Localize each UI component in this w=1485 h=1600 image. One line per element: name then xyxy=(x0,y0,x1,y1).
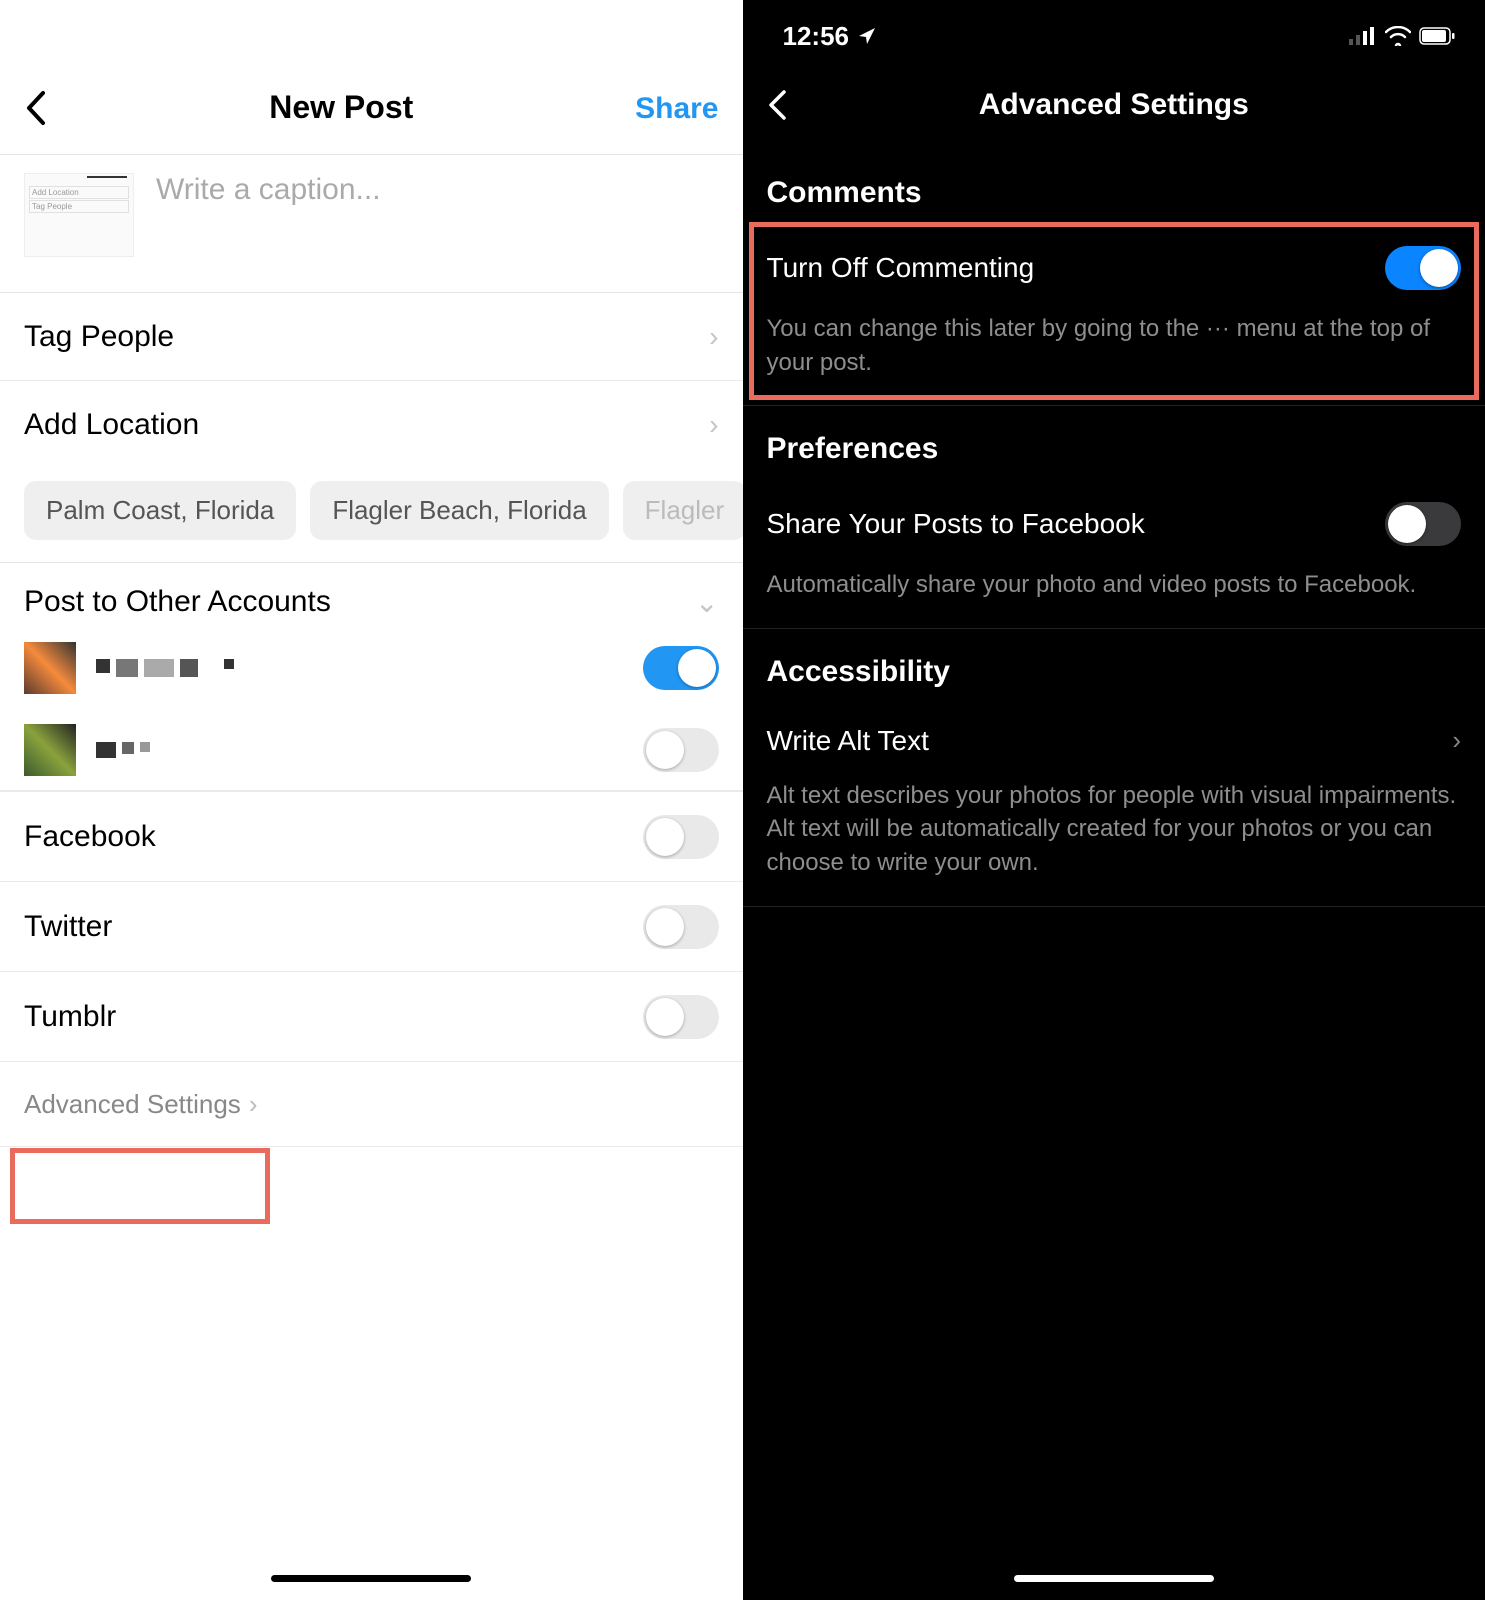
account-toggle[interactable] xyxy=(643,646,719,690)
page-title: New Post xyxy=(64,89,619,126)
caption-row: Add Location Tag People Write a caption.… xyxy=(0,155,743,293)
section-accessibility: Accessibility xyxy=(743,629,1485,707)
write-alt-text-row[interactable]: Write Alt Text › xyxy=(743,707,1485,767)
header: Advanced Settings xyxy=(743,60,1485,150)
share-twitter-row: Twitter xyxy=(0,881,743,971)
thumb-line: Add Location xyxy=(29,186,129,199)
add-location-row[interactable]: Add Location › xyxy=(0,381,743,469)
share-toggle[interactable] xyxy=(643,815,719,859)
advanced-settings-row[interactable]: Advanced Settings › xyxy=(0,1061,743,1147)
location-chip[interactable]: Flagler xyxy=(623,481,743,540)
location-icon xyxy=(857,26,877,46)
share-toggle[interactable] xyxy=(643,905,719,949)
share-facebook-row: Facebook xyxy=(0,791,743,881)
share-target-label: Twitter xyxy=(24,910,112,944)
share-toggle[interactable] xyxy=(643,995,719,1039)
header: New Post Share xyxy=(0,0,743,155)
share-facebook-toggle[interactable] xyxy=(1385,502,1461,546)
account-toggle[interactable] xyxy=(643,728,719,772)
location-suggestions: Palm Coast, Florida Flagler Beach, Flori… xyxy=(0,469,743,563)
turn-off-commenting-row: Turn Off Commenting xyxy=(743,228,1485,300)
chevron-right-icon: › xyxy=(249,1089,258,1120)
post-other-accounts-header[interactable]: Post to Other Accounts ⌄ xyxy=(0,563,743,627)
toggle-label: Turn Off Commenting xyxy=(767,252,1035,284)
commenting-desc: You can change this later by going to th… xyxy=(743,300,1485,406)
account-name-redacted xyxy=(96,742,643,758)
back-button[interactable] xyxy=(767,89,807,121)
share-facebook-row: Share Your Posts to Facebook xyxy=(743,484,1485,556)
account-row xyxy=(0,709,743,791)
home-indicator xyxy=(271,1575,471,1582)
home-indicator xyxy=(1014,1575,1214,1582)
item-label: Write Alt Text xyxy=(767,725,929,757)
section-comments: Comments xyxy=(743,150,1485,228)
advanced-settings-label: Advanced Settings xyxy=(24,1089,241,1120)
battery-icon xyxy=(1419,27,1455,45)
share-button[interactable]: Share xyxy=(619,92,719,126)
status-time: 12:56 xyxy=(783,21,850,52)
advanced-settings-screen: 12:56 Advanced Settings Comments Turn Of… xyxy=(743,0,1485,1600)
new-post-screen: New Post Share Add Location Tag People W… xyxy=(0,0,743,1600)
commenting-toggle[interactable] xyxy=(1385,246,1461,290)
location-chip[interactable]: Palm Coast, Florida xyxy=(24,481,296,540)
status-icons xyxy=(1349,26,1455,46)
thumb-line: Tag People xyxy=(29,200,129,213)
share-tumblr-row: Tumblr xyxy=(0,971,743,1061)
annotation-highlight xyxy=(10,1148,270,1224)
status-bar: 12:56 xyxy=(743,0,1485,60)
account-row xyxy=(0,627,743,709)
post-thumbnail[interactable]: Add Location Tag People xyxy=(24,173,134,257)
toggle-label: Share Your Posts to Facebook xyxy=(767,508,1145,540)
cellular-icon xyxy=(1349,27,1377,45)
share-facebook-desc: Automatically share your photo and video… xyxy=(743,556,1485,629)
add-location-label: Add Location xyxy=(24,408,199,442)
chevron-down-icon: ⌄ xyxy=(695,586,718,619)
account-name-redacted xyxy=(96,659,643,677)
section-preferences: Preferences xyxy=(743,406,1485,484)
chevron-right-icon: › xyxy=(709,409,718,441)
tag-people-row[interactable]: Tag People › xyxy=(0,293,743,381)
alt-text-desc: Alt text describes your photos for peopl… xyxy=(743,767,1485,907)
avatar xyxy=(24,642,76,694)
share-target-label: Tumblr xyxy=(24,1000,116,1034)
back-button[interactable] xyxy=(24,90,64,126)
section-label: Post to Other Accounts xyxy=(24,585,331,619)
caption-input[interactable]: Write a caption... xyxy=(134,173,719,207)
avatar xyxy=(24,724,76,776)
tag-people-label: Tag People xyxy=(24,320,174,354)
chevron-left-icon xyxy=(767,89,787,121)
page-title: Advanced Settings xyxy=(807,88,1462,122)
chevron-right-icon: › xyxy=(709,321,718,353)
share-target-label: Facebook xyxy=(24,820,156,854)
wifi-icon xyxy=(1385,26,1411,46)
chevron-left-icon xyxy=(24,90,46,126)
chevron-right-icon: › xyxy=(1452,725,1461,756)
location-chip[interactable]: Flagler Beach, Florida xyxy=(310,481,608,540)
